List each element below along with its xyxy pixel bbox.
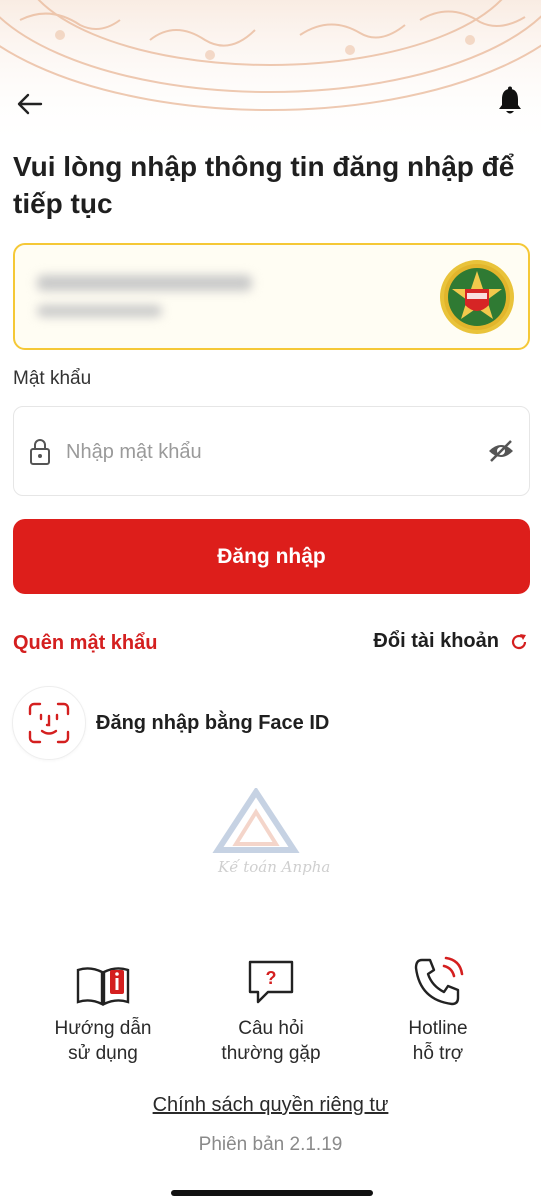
guide-line2: sử dụng [68, 1043, 138, 1064]
vneid-badge-icon [444, 264, 510, 330]
face-id-icon-circle [12, 686, 86, 760]
refresh-icon [511, 633, 527, 649]
switch-account-button[interactable]: Đổi tài khoản [373, 630, 529, 653]
account-avatar [440, 260, 514, 334]
book-info-icon [76, 967, 130, 1006]
login-button[interactable]: Đăng nhập [13, 519, 530, 594]
notification-button[interactable] [493, 84, 527, 118]
account-name-redacted [37, 275, 252, 291]
back-button[interactable] [14, 88, 46, 120]
bell-icon [499, 86, 521, 114]
page-title: Vui lòng nhập thông tin đăng nhập để tiế… [13, 151, 515, 219]
privacy-policy-link[interactable]: Chính sách quyền riêng tư [0, 1094, 541, 1117]
password-input[interactable] [66, 433, 466, 471]
faq-line2: thường gặp [221, 1043, 321, 1064]
faq-line1: Câu hỏi [238, 1018, 304, 1039]
password-label: Mật khẩu [13, 368, 92, 389]
hotline-line2: hỗ trợ [412, 1043, 464, 1064]
app-version: Phiên bản 2.1.19 [198, 1134, 343, 1155]
faq-button[interactable]: ? Câu hỏi thường gặp [181, 952, 361, 1066]
eye-hidden-icon[interactable] [487, 439, 515, 463]
phone-call-icon [414, 956, 464, 1006]
svg-text:?: ? [266, 968, 277, 988]
support-section: Hướng dẫn sử dụng ? Câu hỏi thường gặp H… [0, 952, 541, 1072]
question-bubble-icon: ? [248, 960, 294, 1004]
lock-icon [30, 439, 50, 465]
watermark-logo: Kế toán Anpha [208, 786, 338, 888]
face-id-icon [28, 702, 70, 744]
guide-button[interactable]: Hướng dẫn sử dụng [13, 952, 193, 1066]
forgot-password-link[interactable]: Quên mật khẩu [13, 632, 157, 655]
password-field[interactable] [13, 406, 530, 496]
face-id-label: Đăng nhập bằng Face ID [96, 711, 330, 734]
guide-line1: Hướng dẫn [54, 1018, 152, 1039]
top-bar [0, 80, 541, 128]
back-arrow-icon [17, 93, 43, 115]
face-id-login-button[interactable]: Đăng nhập bằng Face ID [12, 686, 329, 760]
account-id-redacted [37, 305, 162, 317]
account-card[interactable] [13, 243, 530, 350]
hotline-button[interactable]: Hotline hỗ trợ [348, 952, 528, 1066]
switch-account-label: Đổi tài khoản [373, 630, 499, 652]
hotline-line1: Hotline [408, 1018, 468, 1039]
home-indicator[interactable] [171, 1190, 373, 1196]
